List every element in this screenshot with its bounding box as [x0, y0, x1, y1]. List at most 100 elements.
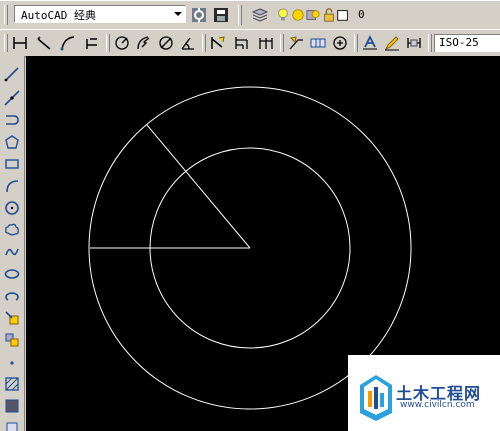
layer-color-swatch[interactable] — [336, 5, 350, 25]
toolbar-grip[interactable] — [202, 34, 206, 52]
point-tool[interactable] — [2, 352, 22, 372]
watermark-url: www.civilcn.com — [400, 400, 475, 410]
toolbar-grip[interactable] — [354, 34, 358, 52]
dimension-toolbar: ISO-25 — [0, 29, 500, 57]
viewport-sun-icon — [306, 10, 320, 20]
point-icon — [10, 361, 14, 365]
ellipse-arc-icon — [5, 292, 19, 301]
toolbar-grip[interactable] — [428, 34, 432, 52]
workspace-save-icon — [214, 8, 228, 22]
make-block-tool[interactable] — [2, 330, 22, 350]
layer-freeze-toggle[interactable] — [291, 5, 305, 25]
insert-block-tool[interactable] — [2, 308, 22, 328]
continue-dimension-button[interactable] — [256, 33, 276, 53]
workspace-select[interactable]: AutoCAD 经典 — [14, 5, 186, 23]
save-workspace-button[interactable] — [211, 5, 231, 25]
gradient-icon — [5, 399, 19, 413]
arc-length-icon — [60, 36, 75, 51]
radius-dimension-icon — [115, 36, 129, 50]
diameter-dimension-button[interactable] — [156, 33, 176, 53]
line-icon — [4, 67, 19, 82]
ellipse-icon — [4, 269, 20, 279]
polyline-icon — [6, 115, 19, 125]
revision-cloud-tool[interactable] — [2, 220, 22, 240]
dimension-edit-button[interactable] — [360, 33, 380, 53]
rectangle-tool[interactable] — [2, 154, 22, 174]
cloud-icon — [5, 223, 19, 236]
polygon-tool[interactable] — [2, 132, 22, 152]
layer-viewport-freeze-toggle[interactable] — [306, 5, 320, 25]
workspace-toolbar: AutoCAD 经典 0 — [0, 0, 500, 30]
civilcn-logo-icon — [360, 375, 392, 421]
spline-icon — [5, 248, 19, 256]
layer-manager-button[interactable] — [250, 5, 270, 25]
radius-dimension-button[interactable] — [112, 33, 132, 53]
dimension-style-value: ISO-25 — [439, 36, 479, 49]
dimension-text-icon — [363, 35, 377, 50]
baseline-dimension-button[interactable] — [232, 33, 252, 53]
leader-icon — [289, 36, 303, 50]
angled-radius-line[interactable] — [146, 124, 251, 249]
center-mark-button[interactable] — [330, 33, 350, 53]
ellipse-tool[interactable] — [2, 264, 22, 284]
aligned-dimension-icon — [37, 36, 51, 50]
site-watermark: 土木工程网 www.civilcn.com — [348, 355, 500, 431]
sun-icon — [292, 9, 304, 21]
linear-dimension-icon — [13, 37, 27, 49]
dimension-update-button[interactable] — [404, 33, 424, 53]
continue-dimension-icon — [259, 38, 273, 49]
pencil-icon — [384, 36, 399, 51]
ellipse-arc-tool[interactable] — [2, 286, 22, 306]
toolbar-grip[interactable] — [280, 34, 284, 52]
line-tool[interactable] — [2, 64, 22, 84]
jogged-dimension-button[interactable] — [134, 33, 154, 53]
region-tool[interactable] — [2, 418, 22, 431]
region-icon — [6, 422, 18, 431]
spline-tool[interactable] — [2, 242, 22, 262]
chevron-down-icon[interactable] — [174, 12, 182, 16]
aligned-dimension-button[interactable] — [34, 33, 54, 53]
dimension-style-select[interactable]: ISO-25 — [434, 34, 500, 52]
toolbar-grip[interactable] — [4, 5, 8, 25]
tolerance-icon — [310, 38, 326, 48]
diameter-dimension-icon — [159, 36, 173, 50]
dimension-update-icon — [407, 38, 421, 48]
lightbulb-icon — [278, 8, 288, 21]
toolbar-grip[interactable] — [238, 5, 242, 25]
quick-leader-button[interactable] — [286, 33, 306, 53]
polygon-icon — [5, 135, 19, 149]
quick-dimension-icon — [211, 36, 225, 49]
gradient-tool[interactable] — [2, 396, 22, 416]
linear-dimension-button[interactable] — [10, 33, 30, 53]
autocad-window: AutoCAD 经典 0 ISO-25 土木工程网 www.civilcn.co… — [0, 0, 500, 431]
tolerance-button[interactable] — [308, 33, 328, 53]
jogged-dimension-icon — [137, 36, 150, 50]
draw-toolbar — [0, 56, 25, 431]
dimension-text-edit-button[interactable] — [382, 33, 402, 53]
baseline-dimension-icon — [235, 37, 248, 49]
polyline-tool[interactable] — [2, 110, 22, 130]
ordinate-dimension-icon — [86, 38, 97, 49]
rectangle-icon — [5, 159, 19, 169]
workspace-settings-button[interactable] — [189, 5, 209, 25]
insert-block-icon — [5, 311, 19, 325]
workspace-select-value: AutoCAD 经典 — [21, 9, 96, 22]
ordinate-dimension-button[interactable] — [82, 33, 102, 53]
quick-dimension-button[interactable] — [208, 33, 228, 53]
construction-line-tool[interactable] — [2, 88, 22, 108]
center-mark-icon — [333, 36, 347, 50]
current-layer-name[interactable]: 0 — [358, 8, 365, 21]
arc-length-button[interactable] — [58, 33, 78, 53]
angular-dimension-button[interactable] — [178, 33, 198, 53]
hatch-tool[interactable] — [2, 374, 22, 394]
gear-icon — [192, 8, 206, 22]
layer-on-toggle[interactable] — [276, 5, 290, 25]
toolbar-grip[interactable] — [106, 34, 110, 52]
color-swatch-icon — [337, 10, 348, 21]
arc-tool[interactable] — [2, 176, 22, 196]
toolbar-grip[interactable] — [4, 34, 8, 52]
lock-icon — [324, 8, 334, 22]
hatch-icon — [5, 377, 19, 391]
layer-lock-toggle[interactable] — [322, 5, 336, 25]
circle-tool[interactable] — [2, 198, 22, 218]
